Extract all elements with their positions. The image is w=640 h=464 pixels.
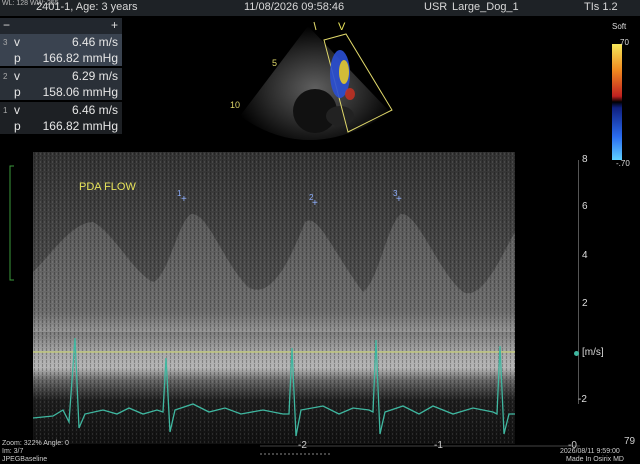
measurement-row[interactable]: 2 v 6.29 m/s — [0, 68, 122, 84]
compression-info: JPEGBaseline — [2, 456, 48, 463]
doppler-spectrum: PDA FLOW 1 + 2 + 3 + — [33, 152, 515, 444]
doppler-cursor-line — [313, 21, 317, 31]
measurement-row[interactable]: 1 v 6.46 m/s — [0, 102, 122, 118]
measurement-value: 158.06 mmHg — [42, 85, 118, 99]
measurement-value: 6.29 m/s — [71, 69, 118, 83]
measurement-label: p — [14, 119, 21, 133]
measurement-value: 6.46 m/s — [71, 35, 118, 49]
cursor-2-icon[interactable]: + — [312, 198, 318, 209]
measurement-row[interactable]: p 166.82 mmHg — [0, 50, 122, 66]
cursor-3-icon[interactable]: + — [396, 194, 402, 205]
echo-sector-image: V 5 10 — [230, 21, 393, 141]
measurement-row[interactable]: 3 v 6.46 m/s — [0, 34, 122, 50]
time-tick-1: -1 — [434, 440, 443, 451]
time-tick-2: -2 — [298, 440, 307, 451]
scale-tick-8: 8 — [582, 154, 588, 165]
user-label: USR — [424, 1, 448, 13]
viewer-date: 2026/08/11 9:59:00 — [560, 448, 620, 455]
scale-tick-neg2: -2 — [578, 394, 587, 405]
scale-tick-2: 2 — [582, 298, 588, 309]
measurement-value: 166.82 mmHg — [42, 119, 118, 133]
colorbar-title: Soft — [612, 22, 627, 31]
depth-label-10: 10 — [230, 100, 240, 110]
preset-name: Large_Dog_1 — [452, 1, 519, 13]
measurement-value: 6.46 m/s — [71, 103, 118, 117]
measurement-label: v — [14, 69, 20, 83]
spectrum-speckle — [33, 152, 515, 444]
made-in-label: Made In Osirix MD — [566, 456, 624, 463]
minus-icon[interactable]: − — [3, 18, 10, 32]
color-flow-red — [345, 88, 355, 100]
measurement-label: p — [14, 51, 21, 65]
scale-unit: [m/s] — [582, 347, 604, 358]
time-axis — [260, 445, 580, 455]
measurement-value: 166.82 mmHg — [42, 51, 118, 65]
colorbar-top-value: 70 — [620, 38, 629, 47]
measurement-panel-header: − + — [0, 18, 122, 34]
velocity-scale: 8 6 4 2 [m/s] -2 — [568, 150, 624, 412]
scale-line — [578, 160, 579, 404]
measurement-row[interactable]: p 166.82 mmHg — [0, 118, 122, 134]
measurement-panel: − + 3 v 6.46 m/s p 166.82 mmHg 2 v 6.29 … — [0, 18, 122, 134]
patient-info: 2401-1, Age: 3 years — [36, 1, 138, 13]
top-status-bar: WL: 128 WW: 255 2401-1, Age: 3 years 11/… — [0, 0, 640, 16]
tis-value: TIs 1.2 — [584, 1, 618, 13]
color-flow-yellow — [339, 60, 349, 84]
measurement-index: 2 — [3, 72, 8, 81]
zoom-info: Zoom: 322% Angle: 0 — [2, 440, 69, 447]
measurement-label: v — [14, 103, 20, 117]
scale-tick-4: 4 — [582, 250, 588, 261]
cursor-1-icon[interactable]: + — [181, 194, 187, 205]
chamber — [326, 106, 354, 126]
measurement-index: 1 — [3, 106, 8, 115]
colorbar-gradient — [612, 44, 622, 160]
measurement-index: 3 — [3, 38, 8, 47]
image-index: Im: 3/7 — [2, 448, 24, 455]
depth-label-5: 5 — [272, 58, 277, 68]
measurement-label: v — [14, 35, 20, 49]
plus-icon[interactable]: + — [111, 18, 118, 32]
v-marker: V — [338, 21, 346, 33]
study-datetime: 11/08/2026 09:58:46 — [244, 1, 345, 13]
measurement-row[interactable]: p 158.06 mmHg — [0, 84, 122, 100]
right-value: 79 — [624, 436, 636, 447]
left-bracket — [9, 165, 14, 281]
measurement-label: p — [14, 85, 21, 99]
scale-tick-6: 6 — [582, 201, 588, 212]
pda-flow-label: PDA FLOW — [79, 181, 136, 193]
baseline-marker[interactable] — [574, 351, 579, 356]
